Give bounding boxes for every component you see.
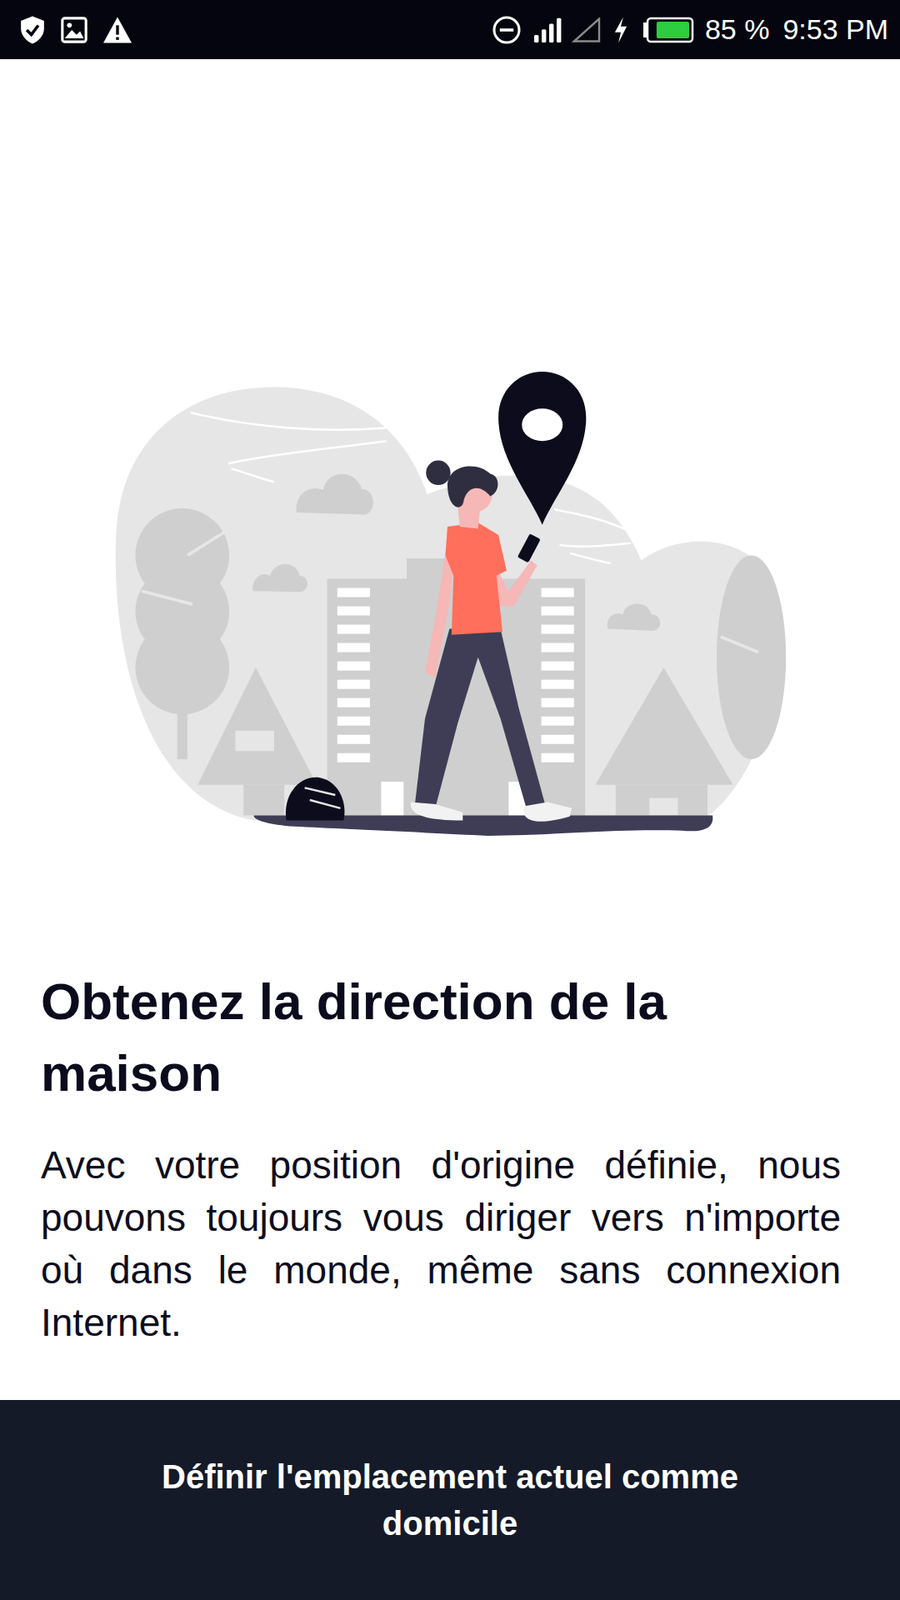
battery-icon xyxy=(640,15,695,45)
title: Obtenez la direction de la maison xyxy=(40,965,860,1110)
illustration xyxy=(0,59,900,841)
text-block: Obtenez la direction de la maison Avec vo… xyxy=(0,840,900,1350)
image-icon xyxy=(60,15,89,45)
onboarding-content: Obtenez la direction de la maison Avec vo… xyxy=(0,59,900,1400)
signal-icon xyxy=(571,17,602,43)
do-not-disturb-icon xyxy=(491,15,522,45)
charging-icon xyxy=(611,15,630,45)
set-home-button-label: Définir l'emplacement actuel comme domic… xyxy=(116,1453,784,1547)
shield-icon xyxy=(18,15,47,45)
set-home-button[interactable]: Définir l'emplacement actuel comme domic… xyxy=(0,1400,900,1600)
walking-woman-illustration xyxy=(110,366,790,841)
warning-icon xyxy=(101,15,134,45)
clock: 9:53 PM xyxy=(782,13,889,46)
notification-icons xyxy=(18,15,134,45)
onboarding-screen: 85 % 9:53 PM Obtenez la direction de la ma… xyxy=(0,0,900,1600)
description: Avec votre position d'origine définie, n… xyxy=(40,1139,841,1350)
system-icons: 85 % 9:53 PM xyxy=(491,13,889,46)
status-bar: 85 % 9:53 PM xyxy=(0,0,900,60)
battery-reading: 85 % xyxy=(705,13,770,46)
signal-icon xyxy=(531,17,562,43)
